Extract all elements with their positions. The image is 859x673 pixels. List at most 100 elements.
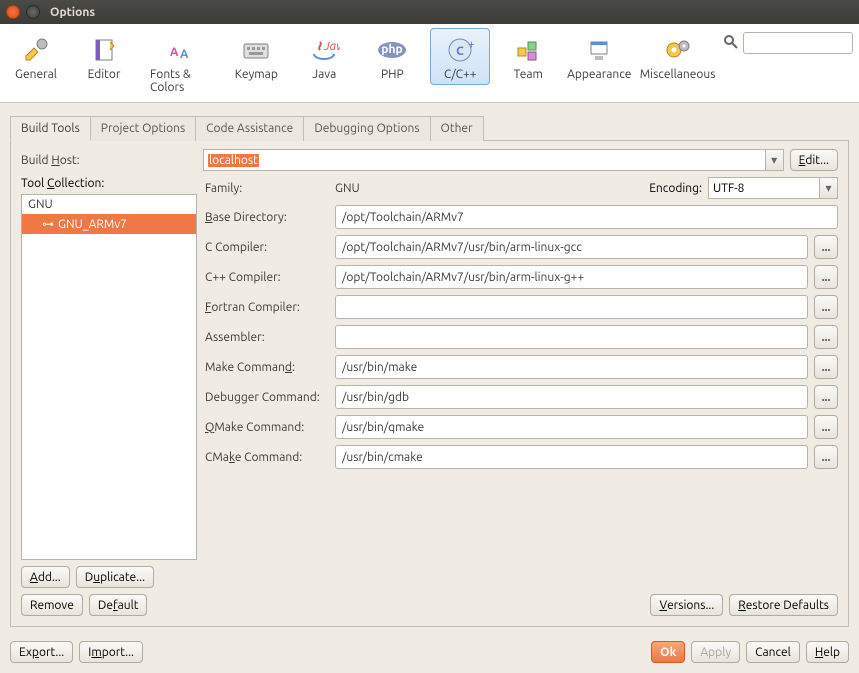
encoding-label: Encoding:: [649, 182, 702, 195]
category-keymap[interactable]: Keymap: [226, 28, 286, 85]
debugger-command-label: Debugger Command:: [205, 391, 329, 404]
encoding-combo[interactable]: UTF-8 ▾: [708, 177, 838, 199]
cancel-button[interactable]: Cancel: [746, 641, 800, 663]
debugger-command-input[interactable]: [335, 385, 808, 409]
category-label: General: [15, 68, 57, 81]
qmake-command-input[interactable]: [335, 415, 808, 439]
category-miscellaneous[interactable]: Miscellaneous: [640, 28, 715, 85]
list-item[interactable]: ⊶ GNU_ARMv7: [22, 214, 196, 234]
svg-text:C: C: [456, 45, 464, 58]
list-item-label: GNU_ARMv7: [58, 218, 127, 231]
window-title: Options: [50, 6, 95, 19]
browse-button[interactable]: ...: [814, 265, 838, 289]
duplicate-button[interactable]: Duplicate...: [76, 566, 154, 588]
assembler-input[interactable]: [335, 325, 808, 349]
browse-button[interactable]: ...: [814, 295, 838, 319]
base-dir-input[interactable]: [335, 205, 838, 229]
category-general[interactable]: General: [6, 28, 66, 85]
category-editor[interactable]: Editor: [74, 28, 134, 85]
wrench-icon: [20, 34, 52, 66]
browse-button[interactable]: ...: [814, 325, 838, 349]
dialog-button-bar: Export... Import... Ok Apply Cancel Help: [0, 635, 859, 673]
add-button[interactable]: Add...: [21, 566, 70, 588]
cmake-command-label: CMake Command:: [205, 451, 329, 464]
build-host-combo[interactable]: localhost ▾: [203, 149, 784, 171]
default-button[interactable]: Default: [89, 594, 148, 616]
build-host-label: Build Host:: [21, 154, 197, 167]
titlebar: Options: [0, 0, 859, 24]
family-value: GNU: [335, 182, 360, 195]
family-label: Family:: [205, 182, 329, 195]
category-fonts-colors[interactable]: AA Fonts & Colors: [142, 28, 218, 98]
php-icon: php: [376, 34, 408, 66]
cpp-compiler-label: C++ Compiler:: [205, 271, 329, 284]
restore-defaults-button[interactable]: Restore Defaults: [729, 594, 838, 616]
sub-tabs: Build Tools Project Options Code Assista…: [10, 115, 849, 140]
browse-button[interactable]: ...: [814, 355, 838, 379]
editor-icon: [88, 34, 120, 66]
tab-build-tools[interactable]: Build Tools: [10, 116, 91, 141]
svg-text:+: +: [468, 38, 474, 51]
search-wrap: [723, 28, 853, 54]
build-host-value: localhost: [208, 154, 259, 167]
remove-button[interactable]: Remove: [21, 594, 83, 616]
tab-other[interactable]: Other: [430, 116, 484, 141]
edit-host-button[interactable]: Edit...: [790, 149, 838, 171]
browse-button[interactable]: ...: [814, 415, 838, 439]
category-label: Miscellaneous: [640, 68, 716, 81]
close-icon[interactable]: [6, 5, 20, 19]
svg-text:A: A: [180, 48, 189, 61]
search-input[interactable]: [743, 32, 853, 54]
c-compiler-input[interactable]: [335, 235, 808, 259]
browse-button[interactable]: ...: [814, 235, 838, 259]
apply-button: Apply: [691, 641, 740, 663]
category-label: Keymap: [235, 68, 278, 81]
category-java[interactable]: Java Java: [294, 28, 354, 85]
category-label: Team: [514, 68, 543, 81]
category-label: PHP: [381, 68, 404, 81]
tool-collection-list[interactable]: GNU ⊶ GNU_ARMv7: [21, 194, 197, 560]
fortran-compiler-input[interactable]: [335, 295, 808, 319]
tab-code-assistance[interactable]: Code Assistance: [195, 116, 304, 141]
browse-button[interactable]: ...: [814, 445, 838, 469]
search-icon: [723, 34, 739, 53]
category-label: C/C++: [444, 68, 476, 81]
tab-project-options[interactable]: Project Options: [90, 116, 196, 141]
category-label: Fonts & Colors: [150, 68, 210, 94]
ok-button[interactable]: Ok: [651, 641, 685, 663]
base-dir-label: Base Directory:: [205, 211, 329, 224]
category-appearance[interactable]: Appearance: [566, 28, 632, 85]
team-icon: [512, 34, 544, 66]
category-label: Appearance: [567, 68, 631, 81]
minimize-icon[interactable]: [26, 5, 40, 19]
tool-collection-label: Tool Collection:: [21, 177, 197, 190]
cmake-command-input[interactable]: [335, 445, 808, 469]
chevron-down-icon: ▾: [765, 150, 783, 170]
svg-text:A: A: [170, 46, 179, 59]
cpp-icon: C+: [444, 34, 476, 66]
import-button[interactable]: Import...: [79, 641, 143, 663]
help-button[interactable]: Help: [806, 641, 849, 663]
palette-icon: AA: [164, 34, 196, 66]
category-team[interactable]: Team: [498, 28, 558, 85]
encoding-value: UTF-8: [713, 182, 744, 195]
make-command-input[interactable]: [335, 355, 808, 379]
fortran-compiler-label: Fortran Compiler:: [205, 301, 329, 314]
category-label: Java: [312, 68, 336, 81]
category-label: Editor: [88, 68, 121, 81]
appearance-icon: [583, 34, 615, 66]
java-icon: Java: [308, 34, 340, 66]
versions-button[interactable]: Versions...: [650, 594, 723, 616]
svg-text:Java: Java: [323, 40, 340, 53]
export-button[interactable]: Export...: [10, 641, 73, 663]
category-c-cpp[interactable]: C+ C/C++: [430, 28, 490, 85]
cpp-compiler-input[interactable]: [335, 265, 808, 289]
list-item[interactable]: GNU: [22, 195, 196, 214]
tab-debugging-options[interactable]: Debugging Options: [303, 116, 430, 141]
category-php[interactable]: php PHP: [362, 28, 422, 85]
chevron-down-icon: ▾: [819, 178, 837, 198]
gear-icon: [662, 34, 694, 66]
assembler-label: Assembler:: [205, 331, 329, 344]
browse-button[interactable]: ...: [814, 385, 838, 409]
c-compiler-label: C Compiler:: [205, 241, 329, 254]
